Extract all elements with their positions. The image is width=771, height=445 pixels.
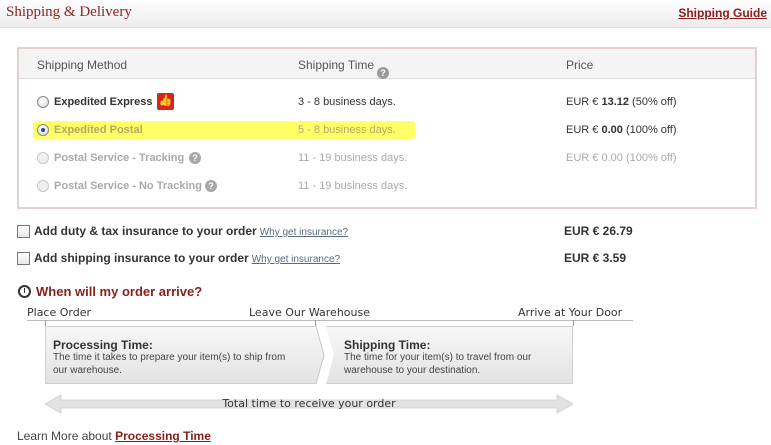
page-title: Shipping & Delivery — [6, 4, 132, 20]
alarm-clock-icon — [18, 285, 31, 298]
chevron-divider-icon — [316, 326, 334, 384]
help-icon[interactable]: ? — [189, 152, 201, 164]
checkbox[interactable] — [17, 252, 30, 265]
shipping-time-title: Shipping Time: — [344, 338, 431, 352]
help-icon[interactable]: ? — [377, 67, 390, 79]
shipping-method-table: Shipping Method Shipping Time? Price Exp… — [17, 47, 757, 209]
shipping-option-postal-tracking: Postal Service - Tracking ? 11 - 19 busi… — [19, 148, 755, 170]
learn-more: Learn More about Processing Time — [17, 429, 211, 443]
timeline-phases: Processing Time: The time it takes to pr… — [45, 326, 573, 384]
insurance-price: EUR € 26.79 — [564, 224, 633, 238]
checkbox[interactable] — [17, 225, 30, 238]
shipping-guide-link[interactable]: Shipping Guide — [678, 6, 767, 20]
shipping-price: EUR € 13.12 (50% off) — [566, 96, 677, 108]
milestone-place-order: Place Order — [27, 306, 92, 319]
column-shipping-method: Shipping Method — [37, 58, 128, 72]
timeline-tick — [573, 320, 574, 326]
radio-button[interactable] — [37, 96, 49, 108]
why-insurance-link[interactable]: Why get insurance? — [252, 254, 340, 265]
milestone-arrive-door: Arrive at Your Door — [518, 306, 623, 319]
insurance-label: Add shipping insurance to your order Why … — [34, 251, 341, 265]
total-time-label: Total time to receive your order — [222, 397, 396, 410]
radio-button-disabled — [37, 152, 49, 164]
header-bar: Shipping & Delivery Shipping Guide — [0, 0, 771, 28]
help-icon[interactable]: ? — [205, 180, 217, 192]
why-insurance-link[interactable]: Why get insurance? — [260, 227, 348, 238]
shipping-time: 3 - 8 business days. — [298, 96, 396, 108]
shipping-time-description: The time for your item(s) to travel from… — [344, 352, 532, 376]
arrival-heading: When will my order arrive? — [18, 284, 202, 299]
thumbs-up-icon: 👍 — [157, 93, 174, 110]
shipping-price: EUR € 0.00 (100% off) — [566, 152, 677, 164]
shipping-option-label: Postal Service - No Tracking — [54, 180, 202, 192]
radio-button-disabled — [37, 180, 49, 192]
processing-time-link[interactable]: Processing Time — [115, 429, 211, 443]
shipping-option-expedited-postal[interactable]: Expedited Postal 5 - 8 business days. EU… — [19, 120, 755, 142]
radio-button-selected[interactable] — [37, 124, 49, 136]
column-shipping-time: Shipping Time? — [298, 58, 390, 79]
table-header: Shipping Method Shipping Time? Price — [19, 49, 755, 79]
shipping-option-label: Expedited Express — [54, 96, 153, 108]
processing-time-description: The time it takes to prepare your item(s… — [53, 352, 286, 376]
insurance-price: EUR € 3.59 — [564, 251, 627, 265]
shipping-time: 11 - 19 business days. — [298, 152, 408, 164]
total-time-bar: Total time to receive your order — [45, 394, 573, 414]
timeline-line — [27, 320, 633, 321]
shipping-insurance-option[interactable]: Add shipping insurance to your order Why … — [17, 249, 757, 269]
shipping-option-expedited-express[interactable]: Expedited Express 👍 3 - 8 business days.… — [19, 92, 755, 114]
shipping-option-label: Postal Service - Tracking — [54, 152, 185, 164]
shipping-option-label: Expedited Postal — [54, 124, 143, 136]
processing-time-title: Processing Time: — [53, 338, 153, 352]
milestone-leave-warehouse: Leave Our Warehouse — [249, 306, 370, 319]
shipping-time: 5 - 8 business days. — [298, 124, 396, 136]
shipping-price: EUR € 0.00 (100% off) — [566, 124, 677, 136]
shipping-option-postal-no-tracking: Postal Service - No Tracking ? 11 - 19 b… — [19, 176, 755, 198]
duty-tax-insurance-option[interactable]: Add duty & tax insurance to your order Wh… — [17, 222, 757, 242]
column-price: Price — [566, 58, 594, 72]
insurance-label: Add duty & tax insurance to your order Wh… — [34, 224, 349, 238]
shipping-time: 11 - 19 business days. — [298, 180, 408, 192]
